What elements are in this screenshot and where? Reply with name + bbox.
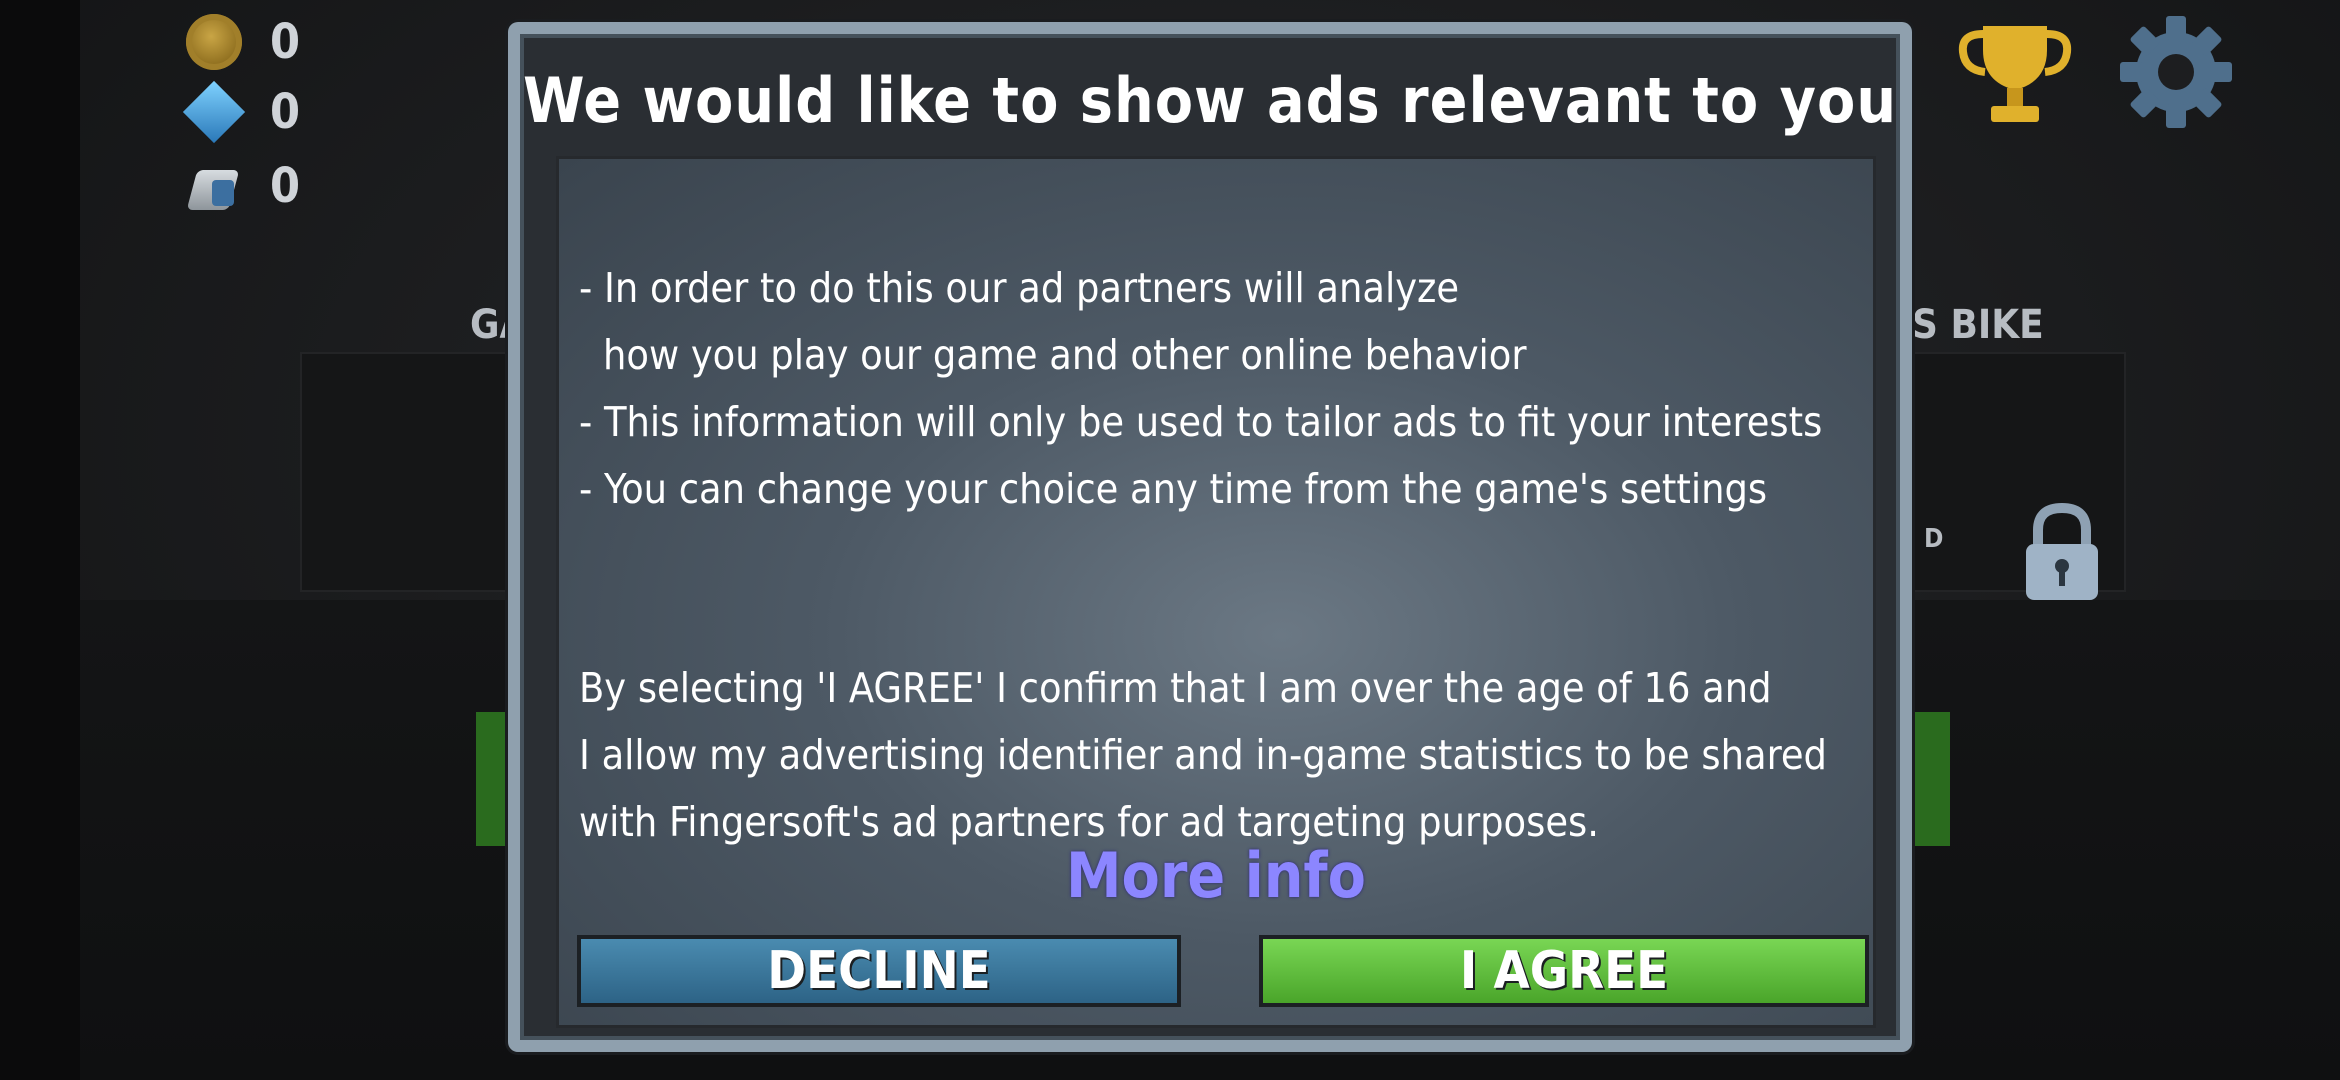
decline-button[interactable]: DECLINE [577,935,1181,1007]
vehicle-label-right: S BIKE [1912,302,2044,348]
fuel-icon [186,158,242,214]
trophy-icon[interactable] [1955,20,2075,128]
coin-icon [186,14,242,70]
gems-value: 0 [270,84,301,140]
gear-icon[interactable] [2118,14,2234,130]
coins-value: 0 [270,14,301,70]
fuel-value: 0 [270,158,301,214]
gem-icon [182,80,246,144]
fuel-counter: 0 [186,158,300,214]
vehicle-card-right-text: D [1924,524,1944,554]
consent-line: By selecting 'I AGREE' I confirm that I … [579,664,1772,712]
agree-button[interactable]: I AGREE [1259,935,1869,1007]
gems-counter: 0 [182,80,301,144]
more-info-link[interactable]: More info [559,839,1873,912]
vehicle-card-left[interactable] [300,352,524,592]
play-button-left-edge[interactable] [476,712,510,846]
ads-consent-dialog: We would like to show ads relevant to yo… [508,22,1912,1052]
bullet-line: how you play our game and other online b… [603,331,1527,379]
dialog-title: We would like to show ads relevant to yo… [522,64,1898,137]
lock-icon [2026,502,2098,600]
ads-info-bullets: - In order to do this our ad partners wi… [579,255,1869,523]
bullet-line: - You can change your choice any time fr… [579,465,1768,513]
bullet-line: - This information will only be used to … [579,398,1823,446]
coins-counter: 0 [186,14,300,70]
consent-text: By selecting 'I AGREE' I confirm that I … [579,655,1869,856]
dialog-panel: - In order to do this our ad partners wi… [556,156,1876,1028]
consent-line: I allow my advertising identifier and in… [579,731,1827,779]
bullet-line: - In order to do this our ad partners wi… [579,264,1460,312]
play-button-right-edge[interactable] [1912,712,1950,846]
